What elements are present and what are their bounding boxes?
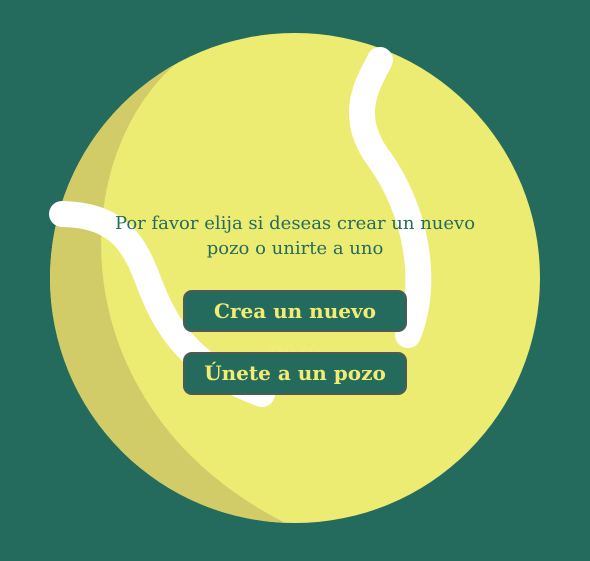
join-pool-button[interactable]: Únete a un pozo xyxy=(183,352,407,395)
create-pool-button[interactable]: Crea un nuevo pozo xyxy=(183,290,407,361)
choice-prompt: Por favor elija si deseas crear un nuevo… xyxy=(100,211,490,261)
tennis-ball-graphic xyxy=(49,33,540,523)
prompt-line-1: Por favor elija si deseas crear un nuevo xyxy=(114,213,476,234)
prompt-line-2: pozo o unirte a uno xyxy=(206,238,384,259)
